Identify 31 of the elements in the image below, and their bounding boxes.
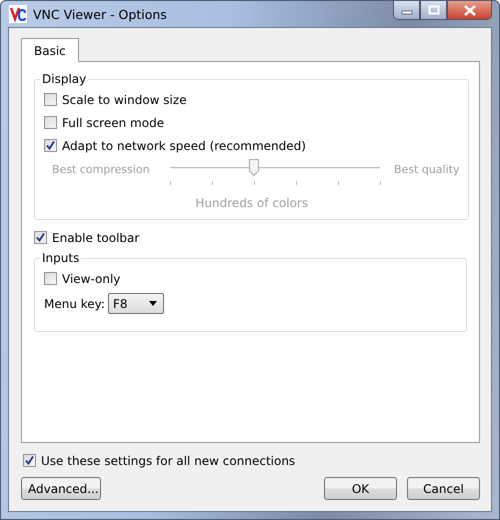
- checkbox[interactable]: [44, 116, 57, 129]
- app-logo-icon: [9, 5, 27, 23]
- group-title: Display: [41, 72, 88, 86]
- minimize-button[interactable]: [393, 1, 420, 20]
- dialog-button[interactable]: Cancel: [407, 477, 480, 500]
- checkbox[interactable]: [34, 231, 47, 244]
- menu-key-dropdown[interactable]: F8: [108, 293, 164, 314]
- checkbox-label: Adapt to network speed (recommended): [62, 138, 306, 152]
- checkbox[interactable]: [23, 454, 36, 467]
- checkbox[interactable]: [44, 93, 57, 106]
- maximize-button[interactable]: [420, 1, 447, 20]
- quality-caption: Hundreds of colors: [194, 196, 310, 210]
- checkbox[interactable]: [44, 139, 57, 152]
- maximize-icon: [428, 5, 440, 15]
- checkbox-label: Use these settings for all new connections: [41, 454, 296, 468]
- close-icon: [462, 4, 476, 16]
- checkbox[interactable]: [44, 272, 57, 285]
- advanced-button[interactable]: Advanced...: [21, 477, 101, 500]
- slider-label: Best quality: [394, 162, 460, 176]
- caret-icon: [148, 301, 157, 306]
- field-label: Menu key:: [44, 296, 105, 310]
- checkbox-label: Scale to window size: [62, 92, 187, 106]
- checkbox-label: Enable toolbar: [52, 230, 140, 244]
- group-title: Inputs: [41, 251, 80, 265]
- checkbox-label: Full screen mode: [62, 116, 164, 130]
- dialog-button[interactable]: OK: [324, 477, 397, 500]
- window-title: VNC Viewer - Options: [33, 6, 167, 22]
- tab[interactable]: Basic: [21, 38, 79, 62]
- close-button[interactable]: [447, 1, 492, 20]
- slider-label: Best compression: [51, 162, 151, 176]
- checkbox-label: View-only: [62, 272, 120, 286]
